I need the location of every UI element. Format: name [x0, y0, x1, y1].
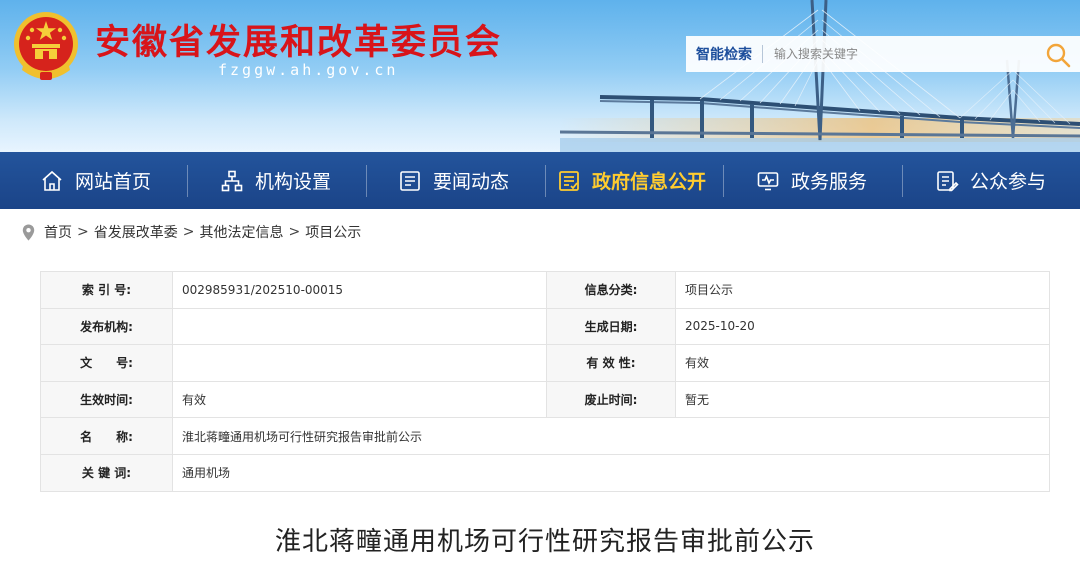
validity-label: 有 效 性: — [546, 344, 676, 382]
category-label: 信息分类: — [546, 271, 676, 309]
search-input[interactable] — [774, 40, 1024, 68]
monitor-icon — [757, 171, 779, 190]
breadcrumb-project-notice[interactable]: 项目公示 — [305, 222, 361, 242]
nav-divider — [187, 165, 188, 197]
breadcrumb-commission[interactable]: 省发展改革委 — [94, 222, 178, 242]
breadcrumb-statutory-info[interactable]: 其他法定信息 — [199, 222, 283, 242]
table-row: 发布机构: 生成日期: 2025-10-20 — [40, 307, 1050, 346]
news-icon — [400, 170, 420, 191]
table-row: 索 引 号: 002985931/202510-00015 信息分类: 项目公示 — [40, 271, 1050, 309]
national-emblem-icon — [14, 12, 78, 80]
nav-label: 政务服务 — [791, 171, 868, 193]
nav-item-news[interactable]: 要闻动态 — [398, 152, 509, 209]
main-nav: 网站首页 机构设置 要闻动态 政府信息公开 政务服务 公众参与 — [0, 152, 1080, 209]
form-icon — [937, 170, 959, 191]
date-label: 生成日期: — [546, 307, 676, 346]
nav-label: 政府信息公开 — [592, 171, 707, 193]
nav-divider — [723, 165, 724, 197]
date-value: 2025-10-20 — [675, 307, 1050, 346]
nav-item-home[interactable]: 网站首页 — [40, 152, 151, 209]
document-number-value — [172, 344, 547, 382]
index-number-label: 索 引 号: — [40, 271, 173, 309]
header-banner: 安徽省发展和改革委员会 fzggw.ah.gov.cn 智能检索 — [0, 0, 1080, 152]
expiry-time-label: 废止时间: — [546, 380, 676, 419]
home-icon — [42, 170, 62, 191]
validity-value: 有效 — [675, 344, 1050, 382]
site-title[interactable]: 安徽省发展和改革委员会 — [95, 14, 502, 65]
nav-divider — [545, 165, 546, 197]
keywords-label: 关 键 词: — [40, 453, 173, 492]
expiry-time-value: 暂无 — [675, 380, 1050, 419]
name-label: 名 称: — [40, 417, 173, 455]
search-box: 智能检索 — [686, 36, 1080, 72]
table-row: 文 号: 有 效 性: 有效 — [40, 344, 1050, 382]
search-divider — [762, 45, 763, 63]
publisher-value — [172, 307, 547, 346]
effective-time-label: 生效时间: — [40, 380, 173, 419]
name-value: 淮北蒋疃通用机场可行性研究报告审批前公示 — [172, 417, 1050, 455]
article-title: 淮北蒋疃通用机场可行性研究报告审批前公示 — [274, 527, 815, 557]
nav-label: 网站首页 — [75, 171, 152, 193]
nav-divider — [366, 165, 367, 197]
breadcrumb-separator: > — [77, 224, 89, 240]
nav-item-participation[interactable]: 公众参与 — [935, 152, 1046, 209]
location-pin-icon — [22, 224, 35, 240]
category-value: 项目公示 — [675, 271, 1050, 309]
table-row: 生效时间: 有效 废止时间: 暂无 — [40, 380, 1050, 419]
keywords-value: 通用机场 — [172, 453, 1050, 492]
nav-label: 要闻动态 — [433, 171, 510, 193]
breadcrumb-separator: > — [182, 224, 195, 240]
breadcrumb-separator: > — [288, 224, 301, 240]
site-domain: fzggw.ah.gov.cn — [218, 61, 399, 79]
publisher-label: 发布机构: — [40, 307, 173, 346]
breadcrumb-home[interactable]: 首页 — [44, 222, 72, 242]
nav-item-organization[interactable]: 机构设置 — [220, 152, 331, 209]
document-icon — [559, 170, 579, 191]
document-info-table: 索 引 号: 002985931/202510-00015 信息分类: 项目公示… — [40, 271, 1050, 492]
nav-divider — [902, 165, 903, 197]
nav-item-gov-info[interactable]: 政府信息公开 — [557, 152, 706, 209]
org-chart-icon — [221, 170, 243, 191]
document-number-label: 文 号: — [40, 344, 173, 382]
table-row: 关 键 词: 通用机场 — [40, 453, 1050, 492]
nav-label: 公众参与 — [970, 171, 1047, 193]
search-icon[interactable] — [1044, 41, 1072, 69]
nav-item-services[interactable]: 政务服务 — [756, 152, 867, 209]
table-row: 名 称: 淮北蒋疃通用机场可行性研究报告审批前公示 — [40, 417, 1050, 455]
effective-time-value: 有效 — [172, 380, 547, 419]
index-number-value: 002985931/202510-00015 — [172, 271, 547, 309]
breadcrumb: 首页 > 省发展改革委 > 其他法定信息 > 项目公示 — [22, 220, 361, 244]
nav-label: 机构设置 — [255, 171, 332, 193]
smart-search-label[interactable]: 智能检索 — [696, 44, 752, 64]
